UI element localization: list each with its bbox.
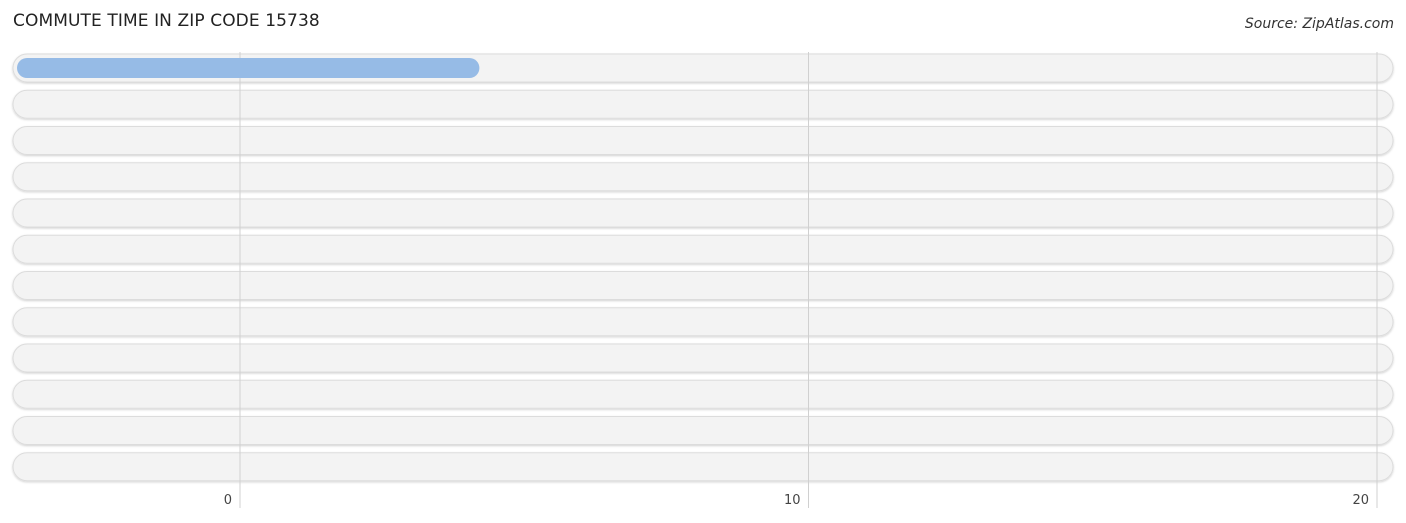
bar-chart: 0 10 20 (12, 52, 1394, 508)
row-track (12, 452, 1394, 482)
row-track (12, 234, 1394, 264)
row-track (12, 307, 1394, 337)
row-track (12, 126, 1394, 155)
x-tick-label: 10 (784, 493, 801, 508)
row-track (12, 89, 1394, 119)
x-tick-label: 20 (1352, 493, 1369, 508)
x-tick-label: 0 (224, 493, 232, 508)
row-track (12, 271, 1394, 300)
bar (17, 58, 480, 78)
row-track (12, 162, 1394, 192)
bar-row (17, 58, 480, 78)
row-track (12, 198, 1394, 228)
row-track (12, 379, 1394, 409)
row-track (12, 343, 1394, 373)
row-track (12, 416, 1394, 445)
